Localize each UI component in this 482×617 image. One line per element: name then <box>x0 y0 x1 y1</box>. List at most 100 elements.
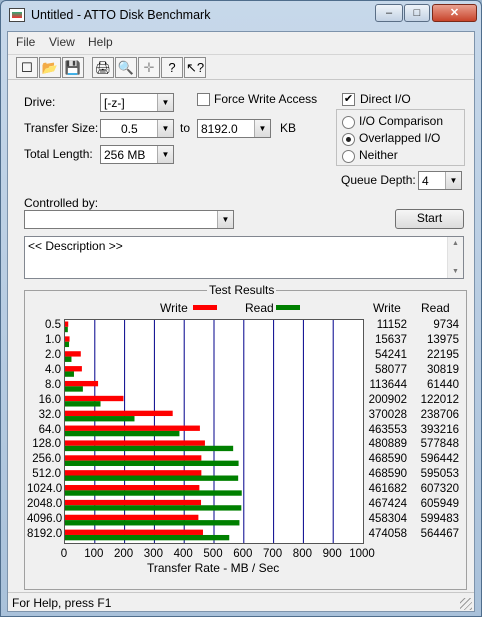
direct-io-label: Direct I/O <box>360 92 411 106</box>
context-help-icon[interactable]: ↖? <box>184 57 206 78</box>
print-icon[interactable]: 🖨 <box>92 57 114 78</box>
menu-help[interactable]: Help <box>88 35 113 49</box>
resize-grip-icon[interactable] <box>460 598 472 610</box>
chevron-down-icon: ▼ <box>254 120 270 137</box>
read-bar-1.0 <box>65 341 70 348</box>
direct-io-checkbox[interactable]: ✔ <box>342 93 355 106</box>
y-tick-label: 1.0 <box>45 334 61 347</box>
y-tick-label: 1024.0 <box>27 482 63 495</box>
status-bar: For Help, press F1 <box>8 592 474 612</box>
read-bar-64.0 <box>65 430 180 437</box>
transfer-from-select[interactable]: 0.5 ▼ <box>100 119 174 138</box>
description-textarea[interactable]: << Description >> ▲ ▼ <box>24 236 464 279</box>
write-value-2.0: 54241 <box>375 349 407 362</box>
write-value-64.0: 463553 <box>368 423 407 436</box>
minimize-button[interactable]: – <box>375 4 403 22</box>
status-text: For Help, press F1 <box>12 596 112 610</box>
read-value-16.0: 122012 <box>420 393 459 406</box>
write-value-8192.0: 474058 <box>368 527 407 540</box>
close-button[interactable]: ✕ <box>432 4 477 22</box>
overlapped-io-label: Overlapped I/O <box>359 131 441 145</box>
read-value-8192.0: 564467 <box>420 527 459 540</box>
new-icon[interactable]: ☐ <box>16 57 38 78</box>
description-text: << Description >> <box>28 239 123 253</box>
menu-view[interactable]: View <box>49 35 75 49</box>
io-comparison-radio[interactable] <box>342 116 355 129</box>
y-tick-label: 16.0 <box>38 393 61 406</box>
queue-depth-value: 4 <box>422 174 429 188</box>
overlapped-io-radio[interactable] <box>342 133 355 146</box>
write-value-1.0: 15637 <box>375 334 407 347</box>
toolbar: ☐ 📂 💾 🖨 🔍 ✛ ? ↖? <box>8 54 474 80</box>
write-value-128.0: 480889 <box>368 438 407 451</box>
menu-bar: File View Help <box>8 32 474 52</box>
x-axis-title: Transfer Rate - MB / Sec <box>147 561 280 575</box>
y-tick-label: 512.0 <box>32 468 61 481</box>
neither-radio[interactable] <box>342 150 355 163</box>
read-bar-8192.0 <box>65 534 230 541</box>
transfer-to-select[interactable]: 8192.0 ▼ <box>197 119 271 138</box>
write-value-2048.0: 467424 <box>368 497 407 510</box>
drive-label: Drive: <box>24 95 56 109</box>
open-icon[interactable]: 📂 <box>39 57 61 78</box>
read-value-512.0: 595053 <box>420 468 459 481</box>
help-icon[interactable]: ? <box>161 57 183 78</box>
menu-file[interactable]: File <box>16 35 35 49</box>
description-scrollbar[interactable]: ▲ ▼ <box>447 237 463 278</box>
legend-write-swatch <box>193 305 217 310</box>
chevron-down-icon: ▼ <box>157 94 173 111</box>
read-value-1.0: 13975 <box>427 334 459 347</box>
read-bar-16.0 <box>65 401 101 407</box>
chart-plot-area <box>64 319 364 544</box>
write-bar-256.0 <box>65 455 202 461</box>
y-tick-label: 8.0 <box>45 378 61 391</box>
chevron-down-icon: ▼ <box>157 120 173 137</box>
read-bar-0.5 <box>65 326 68 333</box>
save-icon[interactable]: 💾 <box>62 57 84 78</box>
total-length-value: 256 MB <box>104 148 146 162</box>
title-bar[interactable]: Untitled - ATTO Disk Benchmark – □ ✕ <box>1 1 481 30</box>
total-length-label: Total Length: <box>24 147 93 161</box>
to-label: to <box>180 121 191 135</box>
read-value-1024.0: 607320 <box>420 482 459 495</box>
write-bar-32.0 <box>65 410 173 417</box>
move-icon[interactable]: ✛ <box>138 57 160 78</box>
read-value-128.0: 577848 <box>420 438 459 451</box>
scroll-down-icon[interactable]: ▼ <box>452 268 459 275</box>
drive-select[interactable]: [-z-] ▼ <box>100 93 174 112</box>
controlled-by-select[interactable]: ▼ <box>24 210 234 229</box>
write-bar-16.0 <box>65 395 124 402</box>
read-bar-4096.0 <box>65 520 240 526</box>
transfer-to-value: 8192.0 <box>201 122 238 136</box>
write-bar-64.0 <box>65 425 200 431</box>
write-bar-0.5 <box>65 321 69 327</box>
total-length-select[interactable]: 256 MB ▼ <box>100 145 174 164</box>
read-value-2.0: 22195 <box>427 349 459 362</box>
write-value-4.0: 58077 <box>375 364 407 377</box>
read-value-32.0: 238706 <box>420 408 459 421</box>
test-results-title: Test Results <box>207 283 277 297</box>
print-preview-icon[interactable]: 🔍 <box>115 57 137 78</box>
write-bar-8.0 <box>65 380 99 387</box>
transfer-size-label: Transfer Size: <box>24 121 99 135</box>
read-bar-128.0 <box>65 445 234 452</box>
app-icon <box>9 8 25 22</box>
queue-depth-select[interactable]: 4 ▼ <box>418 171 462 190</box>
start-button[interactable]: Start <box>395 209 464 229</box>
read-value-8.0: 61440 <box>427 378 459 391</box>
y-tick-label: 8192.0 <box>27 527 63 540</box>
scroll-up-icon[interactable]: ▲ <box>452 240 459 247</box>
app-window: Untitled - ATTO Disk Benchmark – □ ✕ Fil… <box>0 0 482 617</box>
y-tick-label: 4096.0 <box>27 512 63 525</box>
y-tick-label: 128.0 <box>32 438 61 451</box>
maximize-button[interactable]: □ <box>404 4 430 22</box>
read-bar-32.0 <box>65 416 135 422</box>
neither-label: Neither <box>359 148 398 162</box>
x-tick-label: 1000 <box>349 548 375 560</box>
force-write-checkbox[interactable] <box>197 93 210 106</box>
kb-label: KB <box>280 121 297 135</box>
read-bar-2048.0 <box>65 505 242 511</box>
write-bar-8192.0 <box>65 529 203 535</box>
test-results-panel: Test Results Write Read Write Read 0.5 1.… <box>24 283 467 590</box>
y-tick-label: 256.0 <box>32 453 61 466</box>
